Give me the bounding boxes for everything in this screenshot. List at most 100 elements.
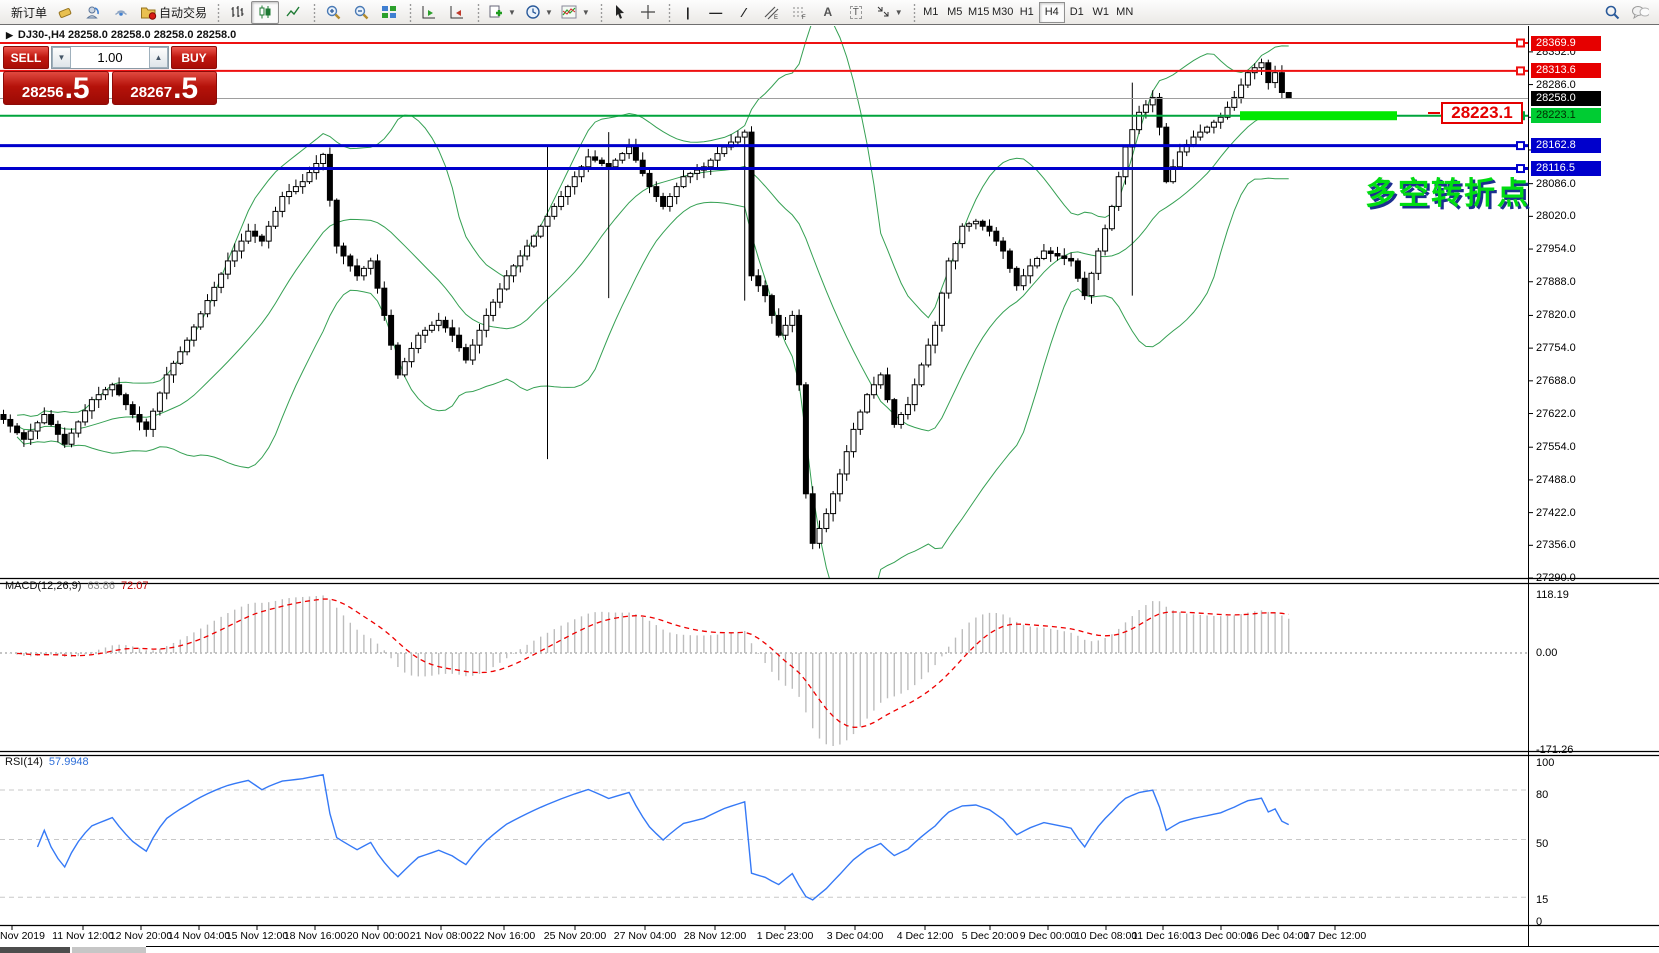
periods-button[interactable]: ▼ [520,1,557,24]
price-tick-label: 27688.0 [1536,375,1576,387]
timeframe-w1[interactable]: W1 [1089,3,1113,22]
indicators-button[interactable]: ▼ [557,1,594,24]
support-level-callout[interactable]: 28223.1 [1441,102,1523,124]
buy-price-button[interactable]: 28267 .5 [112,71,218,105]
chart-shift-button[interactable] [443,1,471,24]
one-click-trading-panel: SELL ▼ 1.00 ▲ BUY 28256 .5 28267 .5 [3,46,217,105]
expand-arrow-icon[interactable]: ▶ [6,30,13,41]
shapes-icon [874,4,892,21]
vertical-line-tool-button[interactable]: | [674,1,702,24]
trendline-tool-button[interactable]: ∕ [730,1,758,24]
timeframe-m5[interactable]: M5 [943,3,967,22]
rsi-name: RSI(14) [5,756,43,768]
volume-input[interactable]: 1.00 [71,47,149,68]
time-axis-label: 28 Nov 12:00 [684,930,746,942]
new-order-label: 新订单 [11,4,47,21]
order-plus-icon [487,4,505,21]
chat-icon[interactable] [1631,4,1649,21]
support-highlight-bar [1240,111,1397,120]
crosshair-tool-button[interactable] [634,1,662,24]
text-tool-button[interactable]: A [814,1,842,24]
price-tick-label: 27954.0 [1536,243,1576,255]
price-tick-label: 27754.0 [1536,342,1576,354]
svg-text:F: F [802,15,806,20]
timeframe-d1[interactable]: D1 [1065,3,1089,22]
line-end-marker [1517,40,1524,47]
timeframe-m15[interactable]: M15 [967,3,991,22]
time-axis-label: Nov 2019 [0,930,45,942]
new-order-dropdown-button[interactable]: ▼ [483,1,520,24]
signals-button[interactable] [107,1,135,24]
zoom-out-button[interactable] [347,1,375,24]
time-axis-label: 22 Nov 16:00 [473,930,535,942]
line-end-marker [1517,142,1524,149]
bottom-tab-light[interactable] [72,947,146,953]
macd-label: MACD(12,26,9)63.8672.07 [5,580,148,592]
support-level-text: 28223.1 [1451,103,1512,123]
time-axis-label: 20 Nov 00:00 [347,930,409,942]
indicator-axis-label: 15 [1536,894,1548,906]
chart-shift-icon [448,4,466,21]
indicator-axis-label: 50 [1536,838,1548,850]
buy-button[interactable]: BUY [171,46,217,69]
trendline-icon: ∕ [743,5,745,20]
history-center-button[interactable] [51,1,79,24]
horizontal-line-icon: — [709,5,722,20]
time-axis-label: 3 Dec 04:00 [827,930,884,942]
timeframe-m30[interactable]: M30 [991,3,1015,22]
bar-chart-button[interactable] [223,1,251,24]
line-chart-button[interactable] [279,1,307,24]
profile-button[interactable] [79,1,107,24]
tile-windows-button[interactable] [375,1,403,24]
zoom-out-icon [352,4,370,21]
candlestick-chart-button[interactable] [251,1,279,24]
chinese-annotation[interactable]: 多空转折点 [1365,168,1530,213]
bar-chart-icon [228,4,246,21]
callout-pointer [1428,112,1440,114]
time-axis-label: 27 Nov 04:00 [614,930,676,942]
zoom-in-button[interactable] [319,1,347,24]
volume-decrease-button[interactable]: ▼ [52,47,71,68]
sell-price-button[interactable]: 28256 .5 [3,71,109,105]
mt4-window: 新订单 自动交易 ▼ ▼ ▼ [0,0,1659,953]
volume-increase-button[interactable]: ▲ [149,47,168,68]
tile-windows-icon [380,4,398,21]
time-axis-label: 12 Nov 20:00 [110,930,172,942]
price-tick-label: 27290.0 [1536,572,1576,584]
new-order-button[interactable]: 新订单 [7,1,51,24]
fibonacci-tool-button[interactable]: F [786,1,814,24]
price-tick-label: 28086.0 [1536,178,1576,190]
timeframe-m1[interactable]: M1 [919,3,943,22]
sell-label: SELL [11,51,42,65]
timeframe-mn[interactable]: MN [1113,3,1137,22]
auto-scroll-icon [420,4,438,21]
arrows-tool-button[interactable]: ▼ [870,1,907,24]
auto-trading-button[interactable]: 自动交易 [135,1,211,24]
time-axis-label: 11 Dec 16:00 [1132,930,1194,942]
timeframe-h4[interactable]: H4 [1039,2,1065,23]
auto-trading-label: 自动交易 [159,4,207,21]
price-badge: 28162.8 [1531,138,1601,153]
label-tool-button[interactable]: T [842,1,870,24]
cursor-tool-button[interactable] [606,1,634,24]
horizontal-line-tool-button[interactable]: — [702,1,730,24]
symbol-ohlc-text: DJ30-,H4 28258.0 28258.0 28258.0 28258.0 [18,29,236,41]
channel-tool-button[interactable]: E [758,1,786,24]
rsi-value: 57.9948 [49,756,89,768]
macd-name: MACD(12,26,9) [5,580,81,592]
indicator-axis-label: 0.00 [1536,647,1557,659]
search-icon[interactable] [1603,4,1621,21]
auto-scroll-button[interactable] [415,1,443,24]
eraser-icon [56,4,74,21]
price-badge: 28369.9 [1531,36,1601,51]
sell-button[interactable]: SELL [3,46,49,69]
time-axis-label: 18 Nov 16:00 [284,930,346,942]
line-end-marker [1517,67,1524,74]
time-axis-label: 9 Dec 00:00 [1020,930,1077,942]
bottom-tab-dark[interactable] [0,947,70,953]
price-tick-label: 27554.0 [1536,441,1576,453]
price-tick-label: 28286.0 [1536,79,1576,91]
chart-canvas[interactable] [0,0,1659,953]
macd-main-value: 63.86 [87,580,115,592]
timeframe-h1[interactable]: H1 [1015,3,1039,22]
